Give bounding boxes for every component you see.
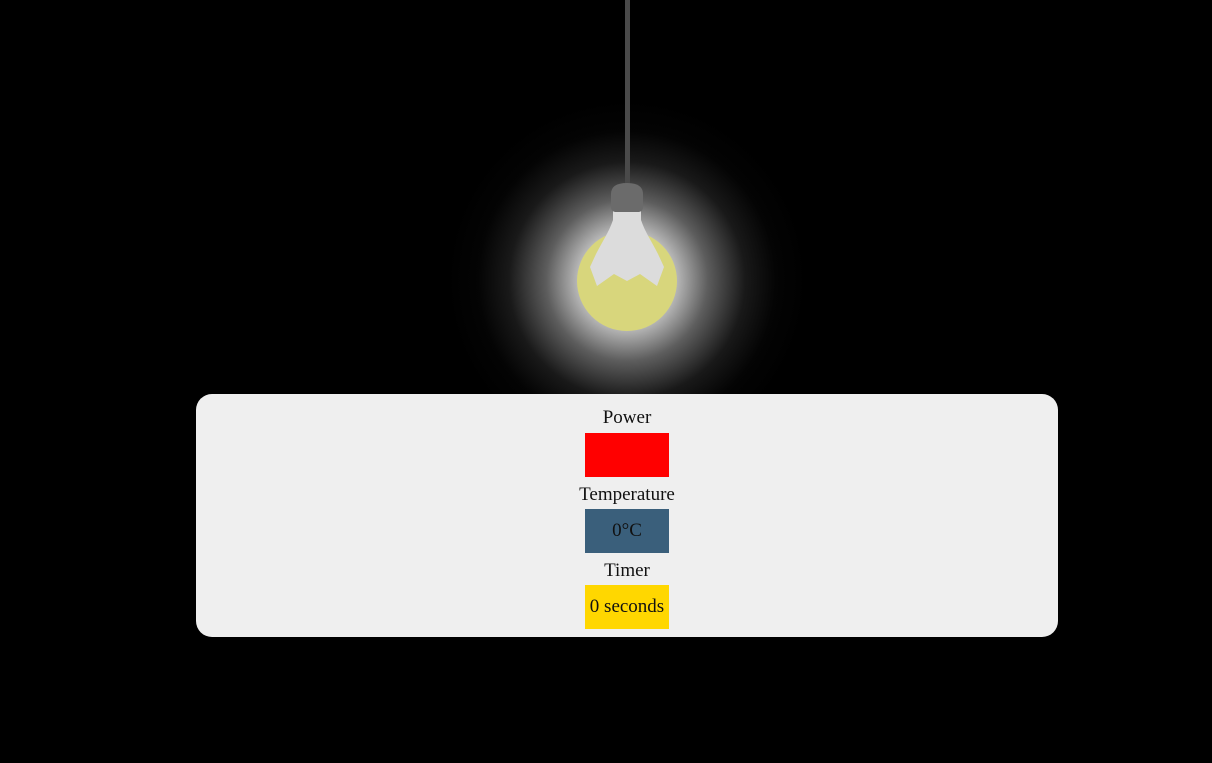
control-panel: Power Temperature 0°C Timer 0 seconds xyxy=(196,394,1058,637)
timer-button[interactable]: 0 seconds xyxy=(585,585,669,629)
power-label: Power xyxy=(602,407,652,428)
timer-label: Timer xyxy=(604,560,650,581)
light-bulb-icon xyxy=(577,183,677,331)
bulb-cord xyxy=(625,0,630,188)
light-stage: Power Temperature 0°C Timer 0 seconds xyxy=(0,0,1212,763)
power-button[interactable] xyxy=(585,433,669,477)
bulb-neck xyxy=(590,210,664,286)
bulb-cap xyxy=(611,183,643,212)
temperature-button[interactable]: 0°C xyxy=(585,509,669,553)
temperature-label: Temperature xyxy=(579,484,675,505)
